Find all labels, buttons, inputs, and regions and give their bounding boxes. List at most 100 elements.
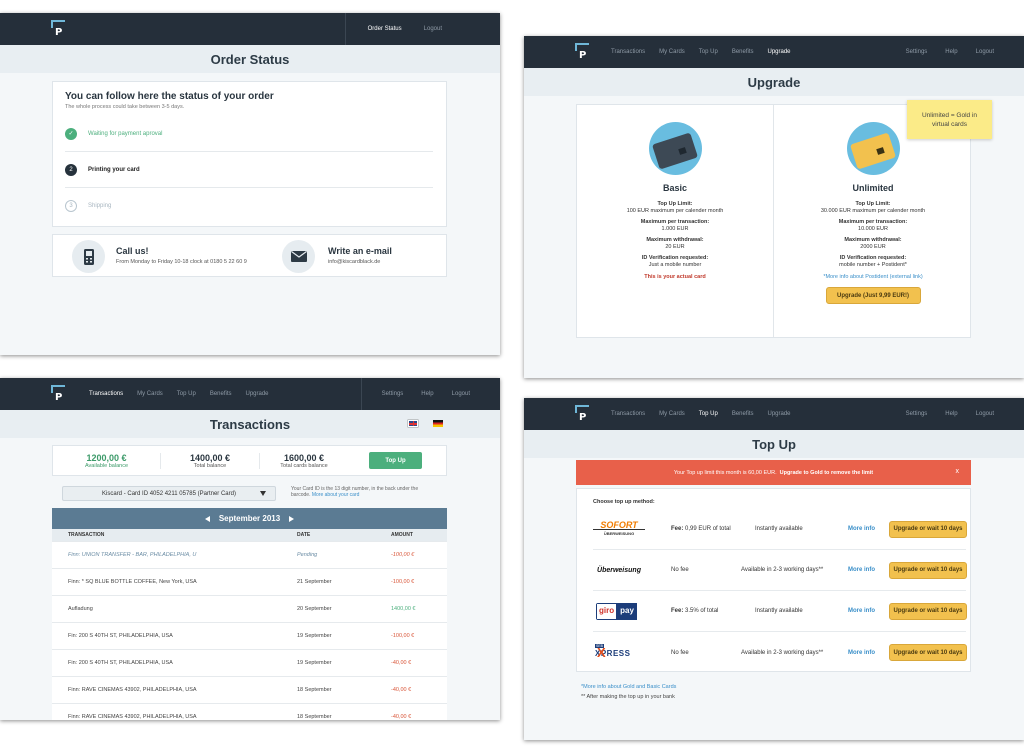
sofort-logo: SOFORT ÜBERWEISUNG [593, 520, 645, 537]
upgrade-button[interactable]: Upgrade (Just 9,99 EUR!) [825, 287, 921, 304]
page-title: Order Status [0, 45, 500, 73]
limit-label: Maximum per transaction: [838, 219, 908, 225]
upgrade-or-wait-button[interactable]: Upgrade or wait 10 days [889, 561, 967, 579]
nav-order-status[interactable]: Order Status [368, 26, 402, 32]
transaction-name: Finn: * SQ BLUE BOTTLE COFFEE, New York,… [68, 579, 197, 585]
contact-card: Call us! From Monday to Friday 10-18 clo… [52, 234, 447, 277]
email-icon[interactable] [282, 240, 315, 273]
nav-my-cards[interactable]: My Cards [659, 411, 685, 417]
transaction-name: Aufladung [68, 606, 93, 612]
nav-logout[interactable]: Logout [452, 391, 470, 397]
nav-help[interactable]: Help [945, 49, 957, 55]
fee: No fee [671, 649, 689, 656]
nav-top-up[interactable]: Top Up [177, 391, 196, 397]
nav-logout[interactable]: Logout [424, 26, 442, 32]
nav-benefits[interactable]: Benefits [210, 391, 232, 397]
fee: No fee [671, 567, 689, 573]
nav-my-cards[interactable]: My Cards [659, 49, 685, 55]
upgrade-or-wait-button[interactable]: Upgrade or wait 10 days [889, 602, 967, 620]
nav-upgrade[interactable]: Upgrade [768, 411, 791, 417]
logo[interactable]: P [575, 405, 589, 423]
nav-my-cards[interactable]: My Cards [137, 391, 163, 397]
limit-value: 30.000 EUR maximum per calender month [820, 208, 926, 214]
upgrade-or-wait-button[interactable]: Upgrade or wait 10 days [889, 520, 967, 538]
table-row[interactable]: Fin: 200 S 40TH ST, PHILADELPHIA, USA 19 … [52, 650, 447, 677]
choose-method-label: Choose top up method: [593, 499, 655, 505]
more-info-link[interactable]: More info [848, 650, 875, 656]
limit-value: 2000 EUR [860, 244, 886, 250]
nav-benefits[interactable]: Benefits [732, 49, 754, 55]
table-row[interactable]: Finn: UNION TRANSFER - BAR, PHILADELPHIA… [52, 542, 447, 569]
order-heading: You can follow here the status of your o… [65, 91, 274, 102]
nav-help[interactable]: Help [421, 391, 433, 397]
plan-name: Unlimited [852, 183, 894, 193]
step-payment: ✓ Waiting for payment aproval [65, 116, 433, 152]
call-title: Call us! [116, 246, 149, 256]
flag-de-icon[interactable] [433, 420, 443, 427]
limit-value: 100 EUR maximum per calender month [626, 208, 724, 214]
nav-logout[interactable]: Logout [976, 49, 994, 55]
limit-label: ID Verification requested: [839, 255, 907, 261]
close-icon[interactable]: x [956, 468, 960, 475]
availability: Instantly available [755, 608, 803, 614]
more-about-card-link[interactable]: More about your card [312, 492, 360, 498]
limit-value: 20 EUR [665, 244, 685, 250]
transaction-date: 21 September [297, 579, 332, 585]
top-nav: P Order Status Logout [0, 13, 500, 45]
logo[interactable]: P [51, 385, 65, 403]
nav-upgrade[interactable]: Upgrade [768, 49, 791, 55]
nav-settings[interactable]: Settings [382, 391, 404, 397]
nav-help[interactable]: Help [945, 411, 957, 417]
more-info-link[interactable]: More info [848, 567, 875, 573]
method-row: SOFORT ÜBERWEISUNG Fee: 0,99 EUR of total I… [593, 509, 967, 550]
page-title: Top Up [524, 430, 1024, 458]
plan-basic: Basic Top Up Limit: 100 EUR maximum per … [577, 105, 774, 337]
sticky-note: Unlimited = Gold in virtual cards [907, 100, 992, 139]
table-row[interactable]: Finn: RAVE CINEMAS 43902, PHILADELPHIA, … [52, 704, 447, 720]
more-info-link[interactable]: More info [848, 608, 875, 614]
table-row[interactable]: Finn: RAVE CINEMAS 43902, PHILADELPHIA, … [52, 677, 447, 704]
month-header: September 2013 [52, 508, 447, 529]
more-info-link[interactable]: More info [848, 526, 875, 532]
nav-logout[interactable]: Logout [976, 411, 994, 417]
limit-value: mobile number + Postident* [839, 262, 907, 268]
card-icon-gold [846, 122, 900, 175]
nav-settings[interactable]: Settings [906, 49, 928, 55]
phone-icon [72, 240, 105, 273]
email-link[interactable]: info@kiscardblack.de [328, 259, 380, 265]
nav-transactions[interactable]: Transactions [89, 391, 123, 397]
nav-top-up[interactable]: Top Up [699, 49, 718, 55]
limit-label: Maximum per transaction: [640, 219, 710, 225]
upgrade-or-wait-button[interactable]: Upgrade or wait 10 days [889, 644, 967, 661]
upgrade-gold-link[interactable]: Upgrade to Gold to remove the limit [780, 470, 874, 476]
limit-label: Top Up Limit: [855, 201, 891, 207]
prev-month-icon[interactable] [204, 515, 210, 522]
check-icon: ✓ [65, 127, 77, 140]
gold-basic-info-link[interactable]: *More info about Gold and Basic Cards [581, 684, 676, 690]
upgrade-panel: P Transactions My Cards Top Up Benefits … [524, 36, 1024, 378]
transaction-amount: -40,00 € [391, 714, 412, 720]
method-row: SEB XPRESS X No fee Available in 2-3 workin… [593, 632, 967, 673]
top-up-button[interactable]: Top Up [369, 452, 422, 469]
logo[interactable]: P [575, 43, 589, 61]
table-row[interactable]: Aufladung 20 September 1400,00 € [52, 596, 447, 623]
card-icon-basic [648, 122, 702, 175]
nav-upgrade[interactable]: Upgrade [246, 391, 269, 397]
order-subheading: The whole process could take between 3-5… [65, 104, 185, 110]
flag-en-icon[interactable] [408, 420, 418, 427]
card-select[interactable]: Kiscard - Card ID 4052 4211 05785 (Partn… [62, 486, 276, 501]
table-row[interactable]: Finn: * SQ BLUE BOTTLE COFFEE, New York,… [52, 569, 447, 596]
nav-benefits[interactable]: Benefits [732, 411, 754, 417]
table-row[interactable]: Fin: 200 S 40TH ST, PHILADELPHIA, USA 19 … [52, 623, 447, 650]
nav-transactions[interactable]: Transactions [611, 49, 645, 55]
nav-transactions[interactable]: Transactions [611, 411, 645, 417]
xpress-logo: SEB XPRESS X [595, 644, 631, 660]
nav-top-up[interactable]: Top Up [699, 411, 718, 417]
postident-link[interactable]: *More info about Postident (external lin… [775, 274, 971, 281]
nav-settings[interactable]: Settings [906, 411, 928, 417]
logo[interactable]: P [51, 20, 65, 38]
transaction-amount: -100,00 € [391, 633, 415, 639]
transaction-amount: -40,00 € [391, 660, 412, 666]
next-month-icon[interactable] [289, 515, 295, 522]
limit-value: Just a mobile number [648, 262, 702, 268]
